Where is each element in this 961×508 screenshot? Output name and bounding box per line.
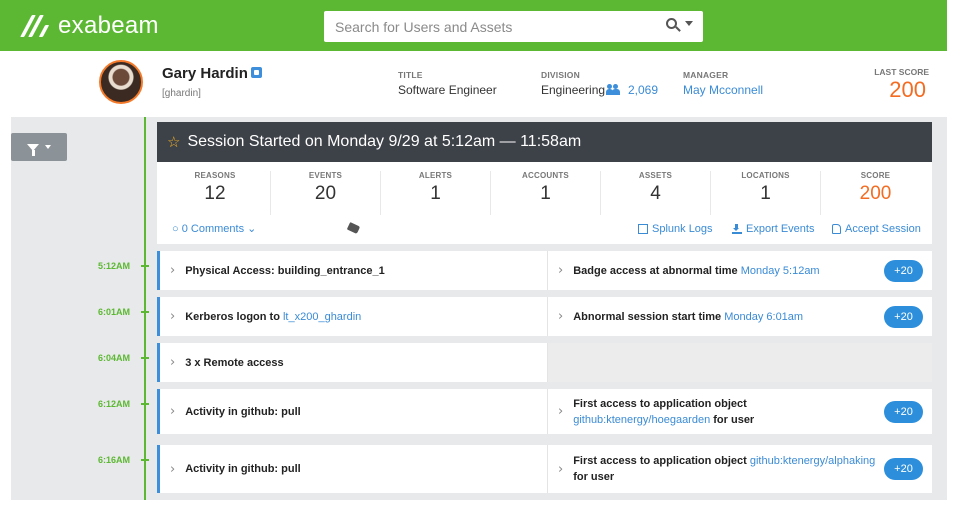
timeline-panel: [11, 117, 157, 500]
event-link[interactable]: Monday 5:12am: [741, 265, 820, 277]
title-value: Software Engineer: [398, 83, 497, 97]
user-handle: [ghardin]: [162, 88, 201, 99]
event-left[interactable]: › Activity in github: pull: [160, 389, 547, 434]
division-count-link[interactable]: 2,069: [628, 83, 658, 97]
stat-locations[interactable]: LOCATIONS 1: [710, 171, 820, 215]
last-score-value: 200: [889, 77, 926, 102]
phone-icon[interactable]: [251, 67, 262, 78]
event-link[interactable]: github:ktenergy/hoegaarden: [573, 414, 710, 426]
division-value: Engineering: [541, 83, 606, 97]
search-box: [324, 11, 703, 42]
chevron-right-icon: ›: [170, 461, 176, 477]
export-events-link[interactable]: Export Events: [732, 223, 814, 235]
time-label: 6:16AM: [98, 455, 131, 465]
stat-reasons[interactable]: REASONS 12: [160, 171, 270, 215]
event-right[interactable]: › Abnormal session start time Monday 6:0…: [547, 297, 932, 336]
score-badge: +20: [884, 458, 923, 480]
user-header: Gary Hardin [ghardin] TITLE Software Eng…: [0, 51, 947, 113]
top-navbar: exabeam: [0, 0, 947, 51]
stat-events[interactable]: EVENTS 20: [270, 171, 380, 215]
event-right-empty: [547, 343, 932, 382]
filter-icon: [27, 143, 39, 156]
star-icon[interactable]: ☆: [167, 133, 180, 151]
event-right[interactable]: › First access to application object git…: [547, 445, 932, 493]
time-label: 6:12AM: [98, 399, 131, 409]
division-label: DIVISION: [541, 70, 580, 80]
people-icon: [606, 84, 621, 95]
time-label: 6:04AM: [98, 353, 131, 363]
event-right[interactable]: › Badge access at abnormal time Monday 5…: [547, 251, 932, 290]
event-link[interactable]: github:ktenergy/alphaking: [750, 455, 875, 467]
event-link[interactable]: Monday 6:01am: [724, 311, 803, 323]
splunk-logs-link[interactable]: Splunk Logs: [638, 223, 713, 235]
asset-link[interactable]: lt_x200_ghardin: [283, 311, 361, 323]
session-stats: REASONS 12 EVENTS 20 ALERTS 1 ACCOUNTS 1…: [157, 162, 932, 244]
chevron-right-icon: ›: [558, 309, 564, 324]
chevron-down-icon: [45, 145, 51, 149]
time-label: 5:12AM: [98, 261, 131, 271]
user-name: Gary Hardin: [162, 65, 248, 82]
event-left[interactable]: › Kerberos logon to lt_x200_ghardin: [160, 297, 547, 336]
filter-button[interactable]: [11, 133, 67, 161]
event-row: › 3 x Remote access: [157, 343, 932, 382]
avatar: [99, 60, 143, 104]
event-left[interactable]: › Activity in github: pull: [160, 445, 547, 493]
search-icon: [666, 18, 677, 29]
stat-assets[interactable]: ASSETS 4: [600, 171, 710, 215]
timeline-line: [144, 117, 146, 500]
exabeam-logo[interactable]: exabeam: [20, 12, 159, 40]
search-button[interactable]: [666, 18, 693, 29]
comments-dropdown[interactable]: ○ 0 Comments ⌄: [172, 222, 256, 235]
timeline-tick: [141, 459, 149, 461]
score-badge: +20: [884, 305, 923, 328]
thumbs-up-icon: [832, 224, 841, 234]
last-score-label: LAST SCORE: [874, 67, 929, 77]
event-row: › Physical Access: building_entrance_1 ›…: [157, 251, 932, 290]
chevron-down-icon: [685, 21, 693, 26]
score-badge: +20: [884, 400, 923, 423]
chevron-right-icon: ›: [558, 263, 564, 278]
logo-icon: [20, 15, 52, 37]
event-left[interactable]: › 3 x Remote access: [160, 343, 547, 382]
chevron-right-icon: ›: [170, 404, 176, 419]
logo-text: exabeam: [58, 12, 159, 39]
accept-session-link[interactable]: Accept Session: [832, 223, 921, 235]
event-row: › Activity in github: pull › First acces…: [157, 445, 932, 493]
chevron-down-icon: ⌄: [247, 223, 257, 235]
manager-label: MANAGER: [683, 70, 729, 80]
tag-icon[interactable]: [346, 222, 361, 234]
chevron-right-icon: ›: [558, 461, 564, 477]
external-link-icon: [638, 224, 648, 234]
timeline-tick: [141, 357, 149, 359]
session-title: Session Started on Monday 9/29 at 5:12am…: [187, 133, 582, 150]
chevron-right-icon: ›: [170, 309, 176, 324]
search-input[interactable]: [335, 18, 655, 35]
download-icon: [732, 224, 742, 234]
chevron-right-icon: ›: [170, 355, 176, 370]
title-label: TITLE: [398, 70, 423, 80]
event-row: › Kerberos logon to lt_x200_ghardin › Ab…: [157, 297, 932, 336]
event-left[interactable]: › Physical Access: building_entrance_1: [160, 251, 547, 290]
session-header: ☆ Session Started on Monday 9/29 at 5:12…: [157, 122, 932, 162]
comment-icon: ○: [172, 223, 179, 235]
stat-alerts[interactable]: ALERTS 1: [380, 171, 490, 215]
chevron-right-icon: ›: [170, 263, 176, 278]
manager-link[interactable]: May Mcconnell: [683, 83, 763, 97]
score-badge: +20: [884, 259, 923, 282]
time-label: 6:01AM: [98, 307, 131, 317]
stat-score: SCORE 200: [820, 171, 930, 215]
stat-accounts[interactable]: ACCOUNTS 1: [490, 171, 600, 215]
event-right[interactable]: › First access to application object git…: [547, 389, 932, 434]
event-row: › Activity in github: pull › First acces…: [157, 389, 932, 434]
timeline-tick: [141, 403, 149, 405]
chevron-right-icon: ›: [558, 404, 564, 419]
timeline-tick: [141, 265, 149, 267]
timeline-tick: [141, 311, 149, 313]
